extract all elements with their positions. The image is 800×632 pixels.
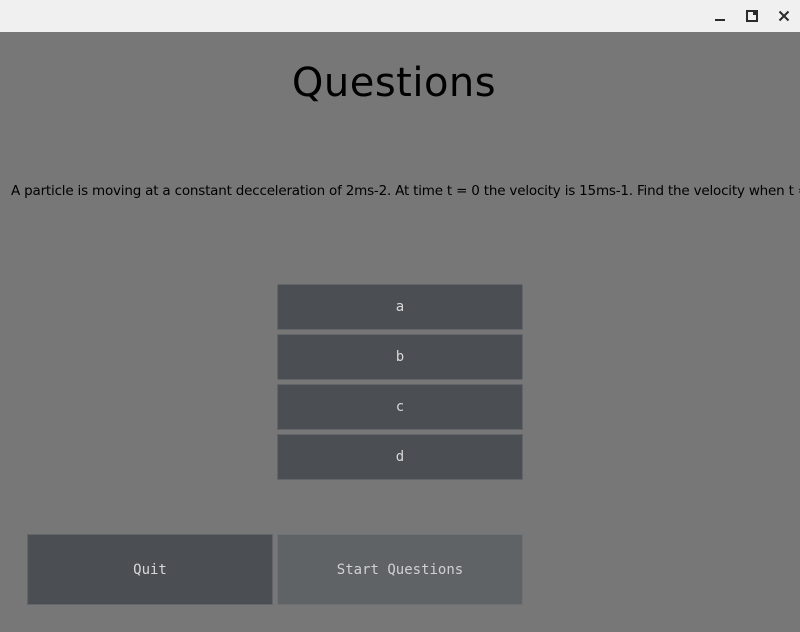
minimize-icon[interactable] [710, 6, 730, 26]
page-title: Questions [291, 60, 497, 106]
answer-button-a[interactable]: a [277, 284, 523, 330]
question-text: A particle is moving at a constant decce… [11, 183, 800, 199]
answer-button-c[interactable]: c [277, 384, 523, 430]
start-questions-button[interactable]: Start Questions [277, 534, 523, 605]
close-icon[interactable] [774, 6, 794, 26]
answer-button-b[interactable]: b [277, 334, 523, 380]
window-titlebar [0, 0, 800, 32]
quit-button[interactable]: Quit [27, 534, 273, 605]
main-content: Questions A particle is moving at a cons… [0, 32, 800, 632]
answer-button-d[interactable]: d [277, 434, 523, 480]
maximize-icon[interactable] [742, 6, 762, 26]
